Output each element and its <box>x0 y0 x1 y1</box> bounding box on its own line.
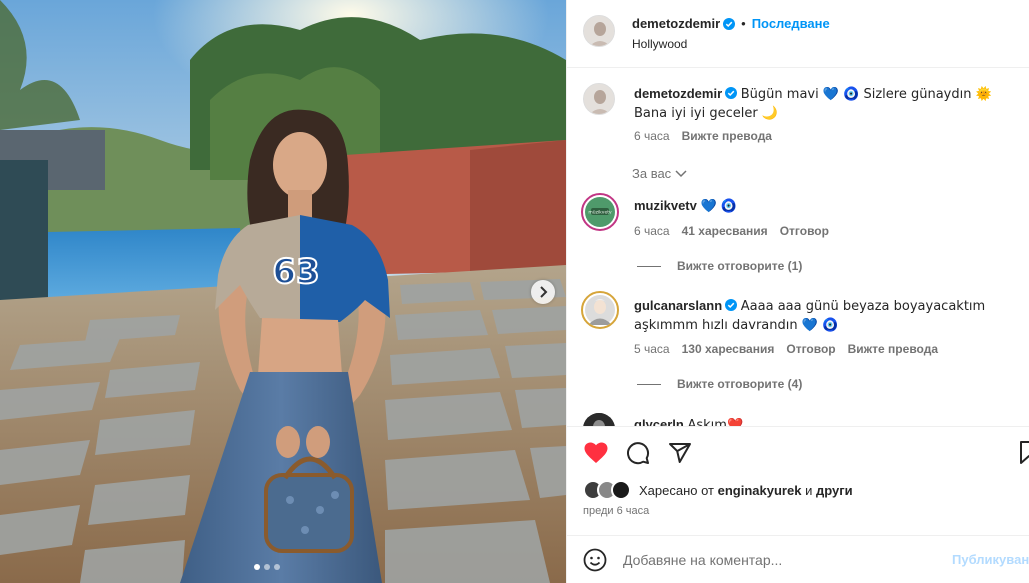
avatar-image <box>584 84 614 114</box>
carousel-dot <box>264 564 270 570</box>
comment-text: 💙 🧿 <box>700 199 738 214</box>
caption-username[interactable]: demetozdemir <box>634 86 722 101</box>
share-button[interactable] <box>667 440 693 466</box>
avatar-badge-text: müzikvetv <box>588 210 612 216</box>
comment-username[interactable]: muzikvetv <box>634 198 697 213</box>
reply-button[interactable]: Отговор <box>780 224 829 238</box>
carousel-dot <box>254 564 260 570</box>
jersey-number: 63 <box>272 252 319 292</box>
like-button[interactable] <box>583 440 609 466</box>
avatar-image: müzikvetv <box>585 197 615 227</box>
smiley-face-icon[interactable] <box>583 548 607 572</box>
liker-avatar <box>611 480 631 500</box>
comments-section[interactable]: demetozdemir Bügün mavi 💙 🧿 Sizlere güna… <box>567 69 1029 426</box>
avatar-image <box>584 16 614 46</box>
commenter-avatar[interactable] <box>583 413 615 426</box>
post-time-ago[interactable]: преди 6 часа <box>583 505 649 517</box>
liker-avatars <box>583 480 635 500</box>
caption-text-row: demetozdemir Bügün mavi 💙 🧿 Sizlere güna… <box>634 85 1024 123</box>
for-you-label: За вас <box>632 166 672 181</box>
view-replies-label: Вижте отговорите (4) <box>677 377 803 391</box>
comment-meta: 6 часа 41 харесвания Отговор <box>634 224 829 238</box>
comment-text: Aşkım❤️ <box>687 418 744 426</box>
comment-time: 6 часа <box>634 224 670 238</box>
publish-button[interactable]: Публикуван <box>952 552 1029 567</box>
paper-plane-icon <box>669 443 691 463</box>
reply-button[interactable]: Отговор <box>786 342 835 356</box>
view-replies-label: Вижте отговорите (1) <box>677 259 803 273</box>
comment-username[interactable]: glycerln <box>634 417 684 426</box>
comment-meta: 5 часа 130 харесвания Отговор Вижте прев… <box>634 342 938 356</box>
comment-likes[interactable]: 41 харесвания <box>682 224 768 238</box>
verified-badge-icon <box>725 87 738 99</box>
translate-link[interactable]: Вижте превода <box>848 342 938 356</box>
carousel-dot <box>274 564 280 570</box>
carousel-next-button[interactable] <box>531 280 555 304</box>
comment-input[interactable] <box>623 548 923 572</box>
comment-text-row: muzikvetv 💙 🧿 <box>634 197 1026 216</box>
comment-text-row: gulcanarslann Aaaa aaa günü beyaza boyay… <box>634 297 1026 335</box>
chevron-down-icon <box>675 169 687 177</box>
post-header: demetozdemir • Последване Hollywood <box>567 0 1029 68</box>
chevron-right-icon <box>540 286 548 298</box>
bookmark-icon[interactable] <box>1019 440 1029 466</box>
view-replies-button[interactable]: Вижте отговорите (4) <box>637 377 802 391</box>
replies-line <box>637 265 661 267</box>
post-actions <box>583 440 693 466</box>
commenter-avatar[interactable] <box>581 291 619 329</box>
translate-link[interactable]: Вижте превода <box>682 129 772 143</box>
avatar-image <box>585 295 615 325</box>
caption-meta: 6 часа Вижте превода <box>634 129 772 143</box>
liked-by-others[interactable]: други <box>816 483 853 498</box>
header-separator: • <box>741 16 746 31</box>
post-media[interactable]: 63 <box>0 0 566 583</box>
header-name-row: demetozdemir • Последване <box>632 16 830 31</box>
follow-button[interactable]: Последване <box>752 16 830 31</box>
commenter-avatar[interactable]: müzikvetv <box>581 193 619 231</box>
comment-time: 5 часа <box>634 342 670 356</box>
heart-filled-icon <box>584 442 608 463</box>
view-replies-button[interactable]: Вижте отговорите (1) <box>637 259 802 273</box>
comment-username[interactable]: gulcanarslann <box>634 298 722 313</box>
carousel-indicator <box>254 564 280 570</box>
post-location[interactable]: Hollywood <box>632 37 687 51</box>
author-avatar[interactable] <box>583 83 615 115</box>
caption-time: 6 часа <box>634 129 670 143</box>
add-comment-bar: Публикуван <box>567 535 1029 583</box>
for-you-filter[interactable]: За вас <box>632 166 687 181</box>
actions-divider <box>567 426 1029 427</box>
liked-by-and: и <box>805 482 813 498</box>
post-photo: 63 <box>0 0 566 583</box>
liked-by-prefix: Харесано от <box>639 482 715 498</box>
replies-line <box>637 383 661 385</box>
comment-button[interactable] <box>625 440 651 466</box>
verified-badge-icon <box>723 17 736 30</box>
speech-bubble-icon <box>627 442 650 465</box>
verified-badge-icon <box>725 299 738 311</box>
comment-text-row: glycerln Aşkım❤️ <box>634 416 1026 426</box>
liked-by-user[interactable]: enginakyurek <box>718 483 802 498</box>
comment-likes[interactable]: 130 харесвания <box>682 342 775 356</box>
author-avatar[interactable] <box>583 15 615 47</box>
post-details-panel: demetozdemir • Последване Hollywood deme… <box>566 0 1029 583</box>
avatar-image <box>583 413 615 426</box>
likes-summary: Харесано от enginakyurek и други <box>583 480 853 500</box>
author-username[interactable]: demetozdemir <box>632 16 720 31</box>
